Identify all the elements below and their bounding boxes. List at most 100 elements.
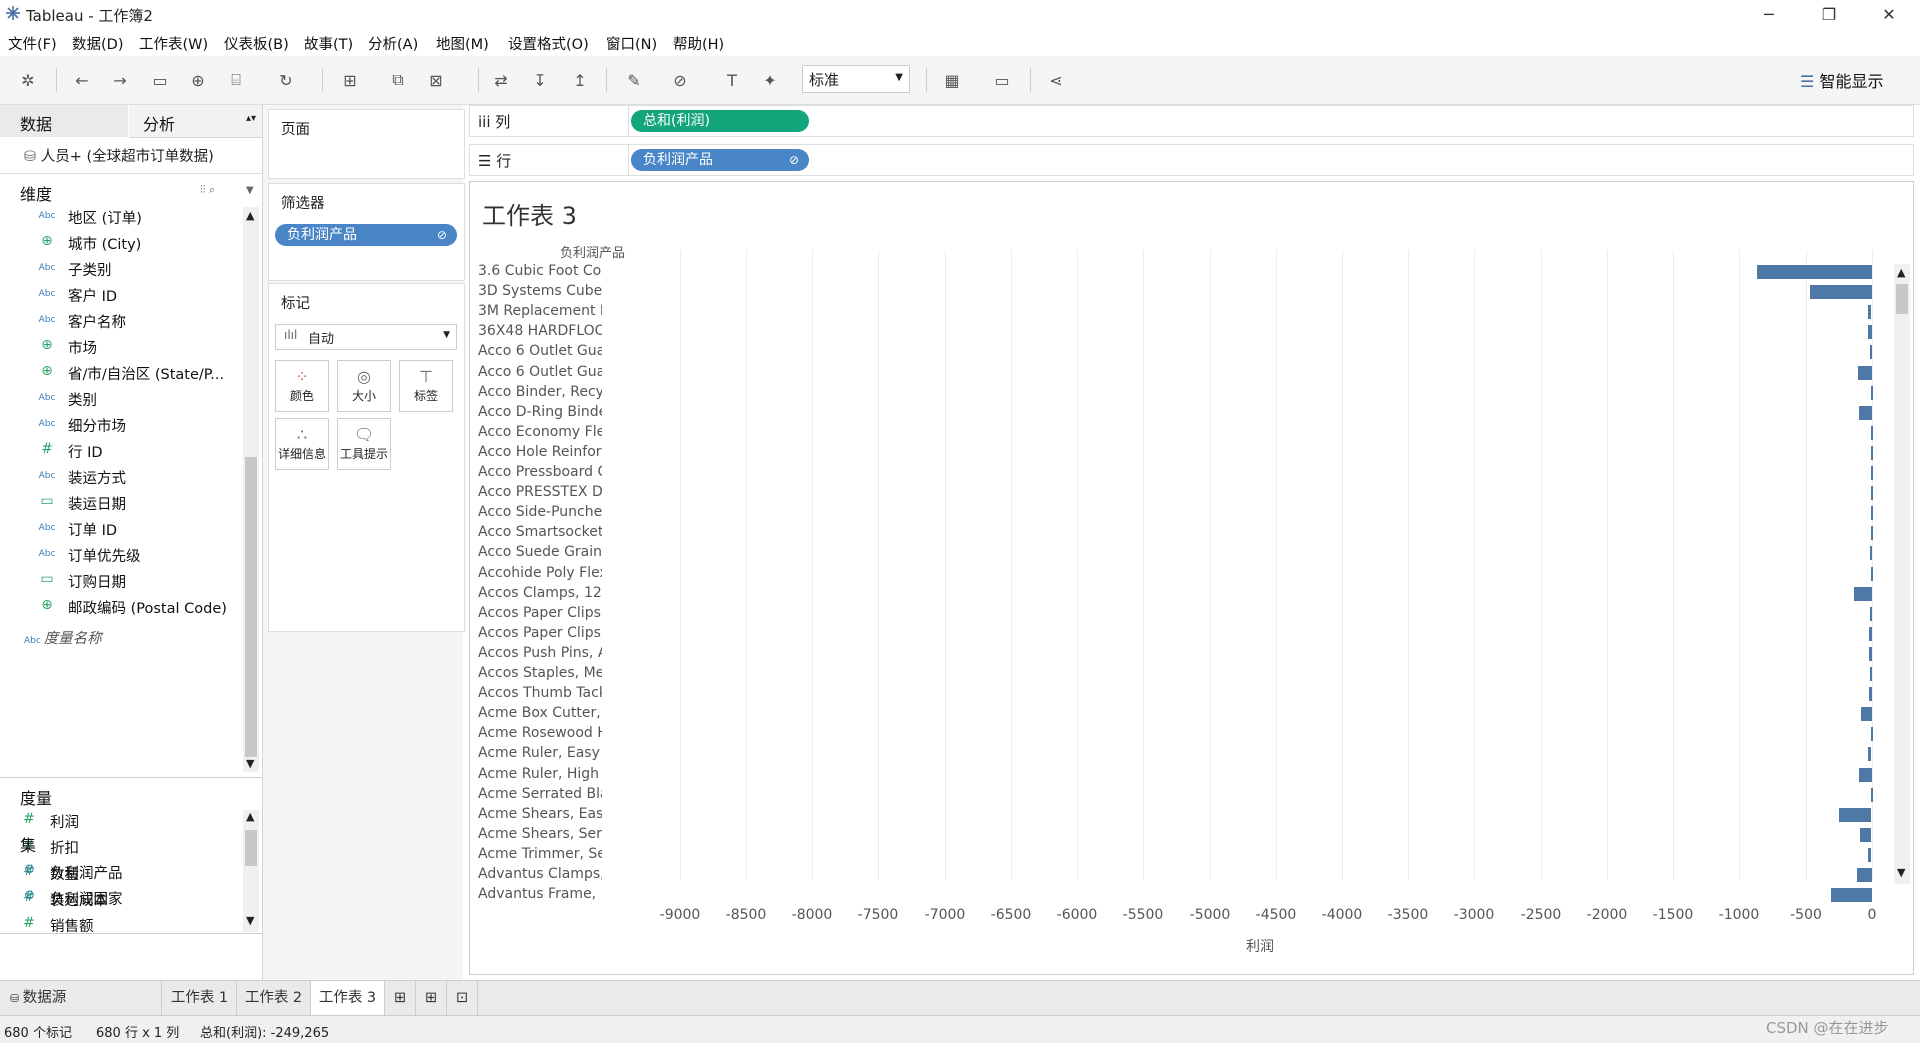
row-label[interactable]: 3.6 Cubic Foot Count... [478, 263, 602, 279]
clear-sheet-icon[interactable]: ⊠ [424, 68, 448, 92]
bar-mark[interactable] [1859, 767, 1872, 782]
fit-select[interactable]: 标准 ▼ [802, 65, 910, 93]
bar-mark[interactable] [1868, 325, 1872, 340]
measure-field[interactable]: 利润 [50, 811, 79, 832]
row-label[interactable]: Acme Shears, Serrat... [478, 826, 602, 842]
columns-pill[interactable]: 总和(利润) [631, 110, 809, 132]
new-datasource-icon[interactable]: ⊕ [186, 68, 210, 92]
bar-mark[interactable] [1871, 385, 1873, 400]
detail-button[interactable]: ∴ 详细信息 [275, 418, 329, 470]
tab-sheet-1[interactable]: 工作表 1 [163, 981, 237, 1015]
measure-field[interactable]: 折扣 [50, 837, 79, 858]
tab-analysis[interactable]: 分析 ▴▾ [129, 105, 262, 138]
dimension-field[interactable]: 市场 [68, 337, 97, 358]
dimension-field[interactable]: 装运方式 [68, 467, 126, 488]
scroll-thumb[interactable] [245, 830, 257, 866]
row-label[interactable]: Acco 6 Outlet Guardi... [478, 343, 602, 359]
fix-axes-icon[interactable]: ✦ [758, 68, 782, 92]
row-label[interactable]: Acme Ruler, High Sp... [478, 766, 602, 782]
bar-mark[interactable] [1871, 787, 1873, 802]
bar-mark[interactable] [1871, 727, 1873, 742]
dimension-field[interactable]: 城市 (City) [68, 233, 141, 254]
show-mark-labels-icon[interactable]: T [720, 68, 744, 92]
menu-format[interactable]: 设置格式(O) [508, 33, 589, 54]
bar-mark[interactable] [1868, 747, 1871, 762]
bar-mark[interactable] [1871, 526, 1873, 541]
bar-mark[interactable] [1871, 486, 1873, 501]
dimension-field[interactable]: 类别 [68, 389, 97, 410]
bar-mark[interactable] [1870, 667, 1872, 681]
new-worksheet-icon[interactable]: ⊞ [385, 981, 416, 1015]
chevron-down-icon[interactable]: ▼ [246, 185, 254, 196]
dimension-field[interactable]: 订单 ID [68, 519, 117, 540]
scroll-down-icon[interactable]: ▼ [1897, 866, 1905, 879]
dimension-field[interactable]: 邮政编码 (Postal Code) [68, 597, 227, 618]
rows-shelf[interactable]: ☰ 行 负利润产品 ⊘ [469, 144, 1914, 176]
menu-file[interactable]: 文件(F) [8, 33, 57, 54]
row-label[interactable]: Acme Rosewood Han... [478, 725, 602, 741]
dimension-field[interactable]: 订购日期 [68, 571, 126, 592]
filters-card[interactable]: 筛选器 负利润产品 ⊘ [268, 183, 465, 281]
dimension-field[interactable]: 装运日期 [68, 493, 126, 514]
row-label[interactable]: Acme Shears, Easy G... [478, 806, 602, 822]
menu-analysis[interactable]: 分析(A) [368, 33, 418, 54]
bar-mark[interactable] [1871, 466, 1873, 480]
bar-mark[interactable] [1870, 345, 1872, 360]
size-button[interactable]: ◎ 大小 [337, 360, 391, 412]
bar-mark[interactable] [1861, 707, 1872, 722]
new-dashboard-icon[interactable]: ⊞ [416, 981, 447, 1015]
sort-ascending-icon[interactable]: ↧ [528, 68, 552, 92]
row-label[interactable]: Accos Clamps, 12 Pa... [478, 585, 602, 601]
new-story-icon[interactable]: ⊡ [447, 981, 478, 1015]
row-label[interactable]: Acco Smartsocket C... [478, 524, 602, 540]
refresh-icon[interactable]: ↻ [274, 68, 298, 92]
bar-mark[interactable] [1810, 285, 1872, 300]
row-label[interactable]: Advantus Clamps, A... [478, 866, 602, 882]
bar-mark[interactable] [1859, 405, 1872, 420]
menu-worksheet[interactable]: 工作表(W) [139, 33, 208, 54]
scroll-thumb[interactable] [245, 457, 257, 757]
row-label[interactable]: Acme Box Cutter, Se... [478, 705, 602, 721]
set-field[interactable]: 负利润产品 [50, 862, 123, 883]
save-icon[interactable]: ▭ [148, 68, 172, 92]
scroll-down-icon[interactable]: ▼ [246, 757, 254, 770]
color-button[interactable]: ⁘ 颜色 [275, 360, 329, 412]
row-label[interactable]: Acme Serrated Blad... [478, 786, 602, 802]
scroll-down-icon[interactable]: ▼ [246, 914, 254, 927]
mark-type-select[interactable]: ılıl 自动 ▼ [275, 324, 457, 350]
row-label[interactable]: Acme Ruler, Easy Grip [478, 745, 602, 761]
datasource-item[interactable]: ⛁ 人员+ (全球超市订单数据) [24, 145, 214, 166]
redo-icon[interactable]: → [108, 68, 132, 92]
row-label[interactable]: Accos Paper Clips, A... [478, 605, 602, 621]
row-label[interactable]: Acco Economy Flexib... [478, 424, 602, 440]
measure-field[interactable]: 销售额 [50, 915, 94, 936]
tab-datasource[interactable]: ⛁ 数据源 [0, 981, 162, 1015]
bar-mark[interactable] [1831, 888, 1872, 903]
set-field[interactable]: 负利润国家 [50, 888, 123, 909]
row-label[interactable]: Accos Push Pins, Ass... [478, 645, 602, 661]
tableau-home-icon[interactable]: ✲ [16, 68, 40, 92]
bar-mark[interactable] [1860, 827, 1871, 842]
row-label[interactable]: Advantus Frame, Bla... [478, 886, 602, 902]
dimension-field[interactable]: 细分市场 [68, 415, 126, 436]
row-label[interactable]: 36X48 HARDFLOOR ... [478, 323, 602, 339]
close-button[interactable]: ✕ [1866, 0, 1912, 28]
row-label[interactable]: Acme Trimmer, Serr... [478, 846, 602, 862]
highlight-icon[interactable]: ✎ [622, 68, 646, 92]
scroll-up-icon[interactable]: ▲ [246, 209, 254, 222]
measure-names-field[interactable]: Abc 度量名称 [24, 627, 102, 648]
scroll-up-icon[interactable]: ▲ [1897, 266, 1905, 279]
row-label[interactable]: Acco PRESSTEX Data... [478, 484, 602, 500]
dimension-field[interactable]: 行 ID [68, 441, 103, 462]
measures-scrollbar[interactable]: ▲ ▼ [243, 810, 259, 932]
row-label[interactable]: 3M Replacement Filt... [478, 303, 602, 319]
dimensions-scrollbar[interactable]: ▲ ▼ [243, 207, 259, 772]
bar-mark[interactable] [1868, 305, 1871, 320]
share-icon[interactable]: ⋖ [1044, 68, 1068, 92]
tab-sheet-2[interactable]: 工作表 2 [237, 981, 311, 1015]
dimension-field[interactable]: 子类别 [68, 259, 112, 280]
tab-data[interactable]: 数据 [0, 105, 128, 139]
pages-card[interactable]: 页面 [268, 109, 465, 179]
scroll-thumb[interactable] [1896, 284, 1908, 314]
row-label[interactable]: Acco Pressboard Cov... [478, 464, 602, 480]
